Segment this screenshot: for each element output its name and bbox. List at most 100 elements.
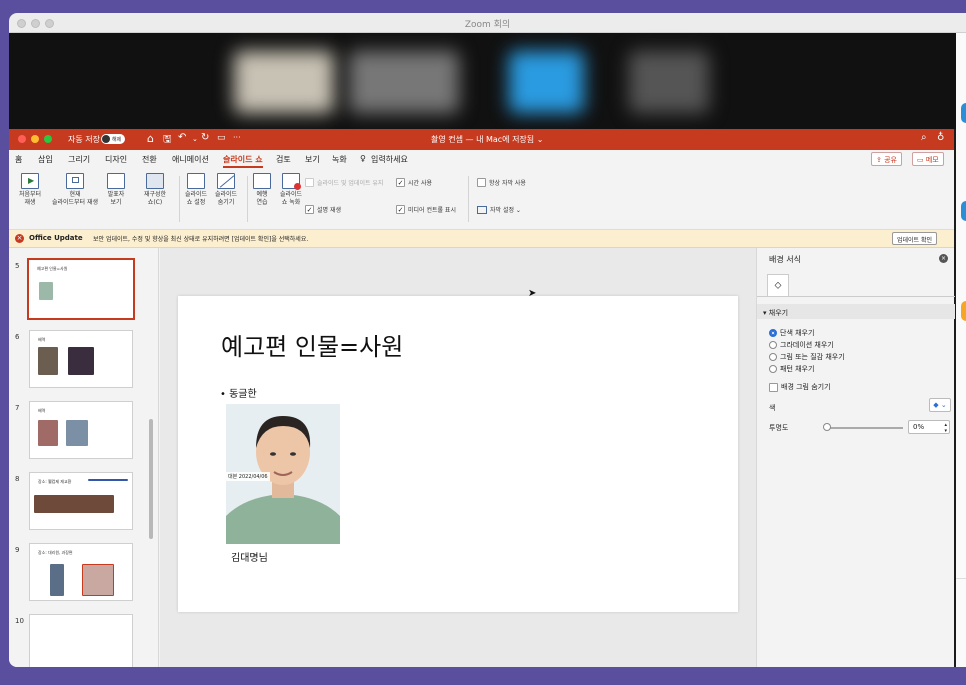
avatar[interactable] bbox=[961, 301, 966, 321]
tab-transitions[interactable]: 전환 bbox=[142, 154, 157, 165]
keep-updated-checkbox[interactable]: 슬라이드 및 업데이트 유지 bbox=[305, 178, 383, 187]
hide-label-1: 슬라이드 bbox=[214, 191, 238, 198]
record-show-button[interactable]: 슬라이드 쇼 녹화 bbox=[274, 173, 308, 207]
tab-animations[interactable]: 애니메이션 bbox=[172, 154, 209, 165]
mouse-cursor-icon: ➤ bbox=[528, 288, 537, 299]
video-tile[interactable] bbox=[234, 51, 334, 113]
tab-slideshow[interactable]: 슬라이드 쇼 bbox=[223, 154, 263, 168]
tab-record[interactable]: 녹화 bbox=[332, 154, 347, 165]
solid-fill-radio[interactable]: 단색 채우기 bbox=[769, 328, 814, 338]
always-subtitles-checkbox[interactable]: 항상 자막 사용 bbox=[477, 178, 526, 187]
slide-thumbnail[interactable]: 배역 bbox=[29, 330, 133, 388]
autosave-toggle[interactable]: 해제 bbox=[101, 134, 125, 144]
thumb-number: 8 bbox=[15, 475, 20, 483]
bullet-text[interactable]: • 동글한 bbox=[220, 385, 257, 400]
redo-icon[interactable]: ↻ bbox=[201, 132, 209, 143]
slide-thumbnail-pane: 5 예고편 인물=사원 6 배역 7 배역 8 장소: 웰컴제 재교환 9 장소… bbox=[9, 248, 159, 667]
close-icon[interactable] bbox=[18, 135, 26, 143]
document-title[interactable]: 촬영 컨셉 — 내 Mac에 저장됨 ⌄ bbox=[431, 134, 543, 145]
option-label: 패턴 채우기 bbox=[780, 365, 815, 373]
comment-icon: ▭ bbox=[917, 156, 926, 164]
use-timings-label: 시간 사용 bbox=[408, 180, 432, 187]
photo-caption[interactable]: 김대명님 bbox=[231, 549, 268, 564]
fill-tab-icon[interactable]: ⬦ bbox=[767, 274, 789, 296]
media-controls-checkbox[interactable]: ✓ 미디어 컨트롤 표시 bbox=[396, 205, 456, 214]
tab-home[interactable]: 홈 bbox=[15, 154, 22, 165]
transparency-slider[interactable] bbox=[825, 427, 903, 429]
more-icon[interactable]: ··· bbox=[233, 133, 241, 142]
subtitle-settings-button[interactable]: 자막 설정 ⌄ bbox=[477, 205, 521, 214]
tab-draw[interactable]: 그리기 bbox=[68, 154, 90, 165]
format-background-pane: 배경 서식 × ⬦ ▾ 채우기 단색 채우기 그라데이션 채우기 그림 또는 질… bbox=[756, 248, 955, 667]
close-icon[interactable]: × bbox=[15, 234, 24, 243]
video-tile[interactable] bbox=[349, 51, 459, 113]
hide-slide-icon bbox=[217, 173, 235, 189]
from-beginning-button[interactable]: ▶ 처음부터 재생 bbox=[13, 173, 47, 207]
slide-thumbnail[interactable]: 장소: 웰컴제 재교환 bbox=[29, 472, 133, 530]
zoom-icon[interactable] bbox=[44, 135, 52, 143]
hide-background-checkbox[interactable]: 배경 그림 숨기기 bbox=[769, 382, 831, 392]
avatar[interactable] bbox=[961, 201, 966, 221]
transparency-input[interactable]: 0% ▴ ▾ bbox=[908, 420, 950, 434]
setup-show-button[interactable]: 슬라이드 쇼 설정 bbox=[179, 173, 213, 207]
close-icon[interactable]: × bbox=[939, 254, 948, 263]
video-tile[interactable] bbox=[629, 51, 709, 113]
share-people-icon[interactable]: ♁ bbox=[937, 132, 944, 143]
thumb-number: 6 bbox=[15, 333, 20, 341]
slide-thumbnail[interactable] bbox=[29, 614, 133, 667]
chevron-down-icon[interactable]: ⌄ bbox=[192, 135, 198, 143]
from-current-button[interactable]: 현재 슬라이드부터 재생 bbox=[43, 173, 107, 207]
gradient-fill-radio[interactable]: 그라데이션 채우기 bbox=[769, 340, 834, 350]
slide-thumbnail[interactable]: 장소: 대리원, 과장편 bbox=[29, 543, 133, 601]
tab-view[interactable]: 보기 bbox=[305, 154, 320, 165]
color-picker-button[interactable]: ◆ ⌄ bbox=[929, 398, 951, 412]
presenter-view-button[interactable]: 발표자 보기 bbox=[99, 173, 133, 207]
page-title[interactable]: 예고편 인물=사원 bbox=[221, 327, 403, 362]
save-icon[interactable]: 🖫 bbox=[163, 132, 172, 149]
thumb-number: 9 bbox=[15, 546, 20, 554]
rehearse-button[interactable]: 예행 연습 bbox=[247, 173, 277, 207]
use-timings-checkbox[interactable]: ✓ 시간 사용 bbox=[396, 178, 432, 187]
option-label: 그라데이션 채우기 bbox=[780, 341, 834, 349]
custom-show-button[interactable]: 재구성한 쇼(C) bbox=[136, 173, 174, 207]
hide-slide-button[interactable]: 슬라이드 숨기기 bbox=[209, 173, 243, 207]
home-icon[interactable]: ⌂ bbox=[147, 132, 154, 145]
comments-button[interactable]: ▭ 메모 bbox=[912, 152, 944, 166]
tab-review[interactable]: 검토 bbox=[276, 154, 291, 165]
thumb-title: 배역 bbox=[38, 337, 46, 342]
lightbulb-icon: ♀ bbox=[360, 154, 366, 163]
picture-fill-radio[interactable]: 그림 또는 질감 채우기 bbox=[769, 352, 845, 362]
play-narrations-checkbox[interactable]: ✓ 설명 재생 bbox=[305, 205, 341, 214]
thumb-photo bbox=[66, 420, 88, 446]
slider-thumb[interactable] bbox=[823, 423, 831, 431]
current-slide[interactable]: 예고편 인물=사원 • 동글한 대본 2022/04/06 김대명님 bbox=[178, 296, 738, 612]
search-icon[interactable]: ⌕ bbox=[921, 132, 927, 143]
tab-insert[interactable]: 삽입 bbox=[38, 154, 53, 165]
thumb-photo bbox=[50, 564, 64, 596]
tell-me-search[interactable]: 입력하세요 bbox=[371, 154, 408, 165]
fill-section-header[interactable]: ▾ 채우기 bbox=[757, 304, 955, 319]
tab-design[interactable]: 디자인 bbox=[105, 154, 127, 165]
pattern-fill-radio[interactable]: 패턴 채우기 bbox=[769, 364, 814, 374]
update-message: 보안 업데이트, 수정 및 향상을 최신 상태로 유지하려면 [업데이트 확인]… bbox=[93, 236, 309, 243]
photo-stamp: 대본 2022/04/06 bbox=[226, 472, 270, 481]
stepper-icon[interactable]: ▴ ▾ bbox=[944, 422, 947, 434]
transparency-label: 투명도 bbox=[769, 424, 789, 432]
thumbnail-scrollbar[interactable] bbox=[149, 419, 153, 539]
undo-icon[interactable]: ↶ bbox=[178, 132, 186, 143]
slide-thumbnail[interactable]: 배역 bbox=[29, 401, 133, 459]
slide-thumbnail[interactable]: 예고편 인물=사원 bbox=[27, 258, 135, 320]
check-updates-button[interactable]: 업데이트 확인 bbox=[892, 232, 938, 245]
portrait-photo[interactable]: 대본 2022/04/06 bbox=[226, 404, 340, 544]
checkbox-box: ✓ bbox=[305, 205, 314, 214]
video-tile[interactable] bbox=[509, 51, 584, 113]
from-current-label-2: 슬라이드부터 재생 bbox=[51, 199, 99, 206]
minimize-icon[interactable] bbox=[31, 135, 39, 143]
thumb-number: 7 bbox=[15, 404, 20, 412]
thumb-title: 장소: 대리원, 과장편 bbox=[38, 550, 73, 555]
slideshow-icon[interactable]: ▭ bbox=[217, 133, 226, 143]
share-button[interactable]: ⇪ 공유 bbox=[871, 152, 902, 166]
avatar[interactable] bbox=[961, 103, 966, 123]
thumb-photo bbox=[38, 420, 58, 446]
custom-show-icon bbox=[146, 173, 164, 189]
